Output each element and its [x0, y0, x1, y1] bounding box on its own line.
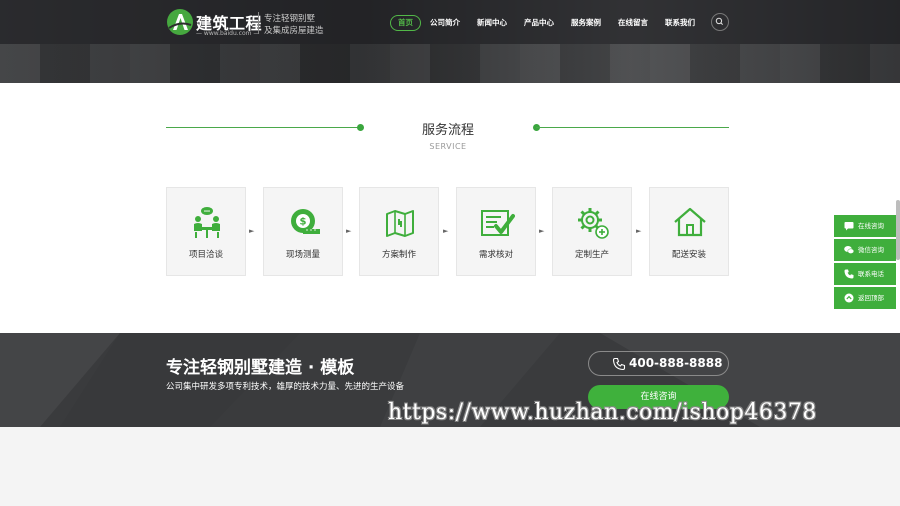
float-label: 返回顶部: [858, 294, 884, 302]
nav-item-news[interactable]: 新闻中心: [477, 15, 507, 31]
site-header: 建筑工程 — www.baidu.com — 专注轻钢别墅 及集成房屋建造 首页…: [0, 0, 900, 83]
step-label: 配送安装: [671, 250, 706, 260]
step-label: 项目洽谈: [188, 250, 223, 260]
step-label: 定制生产: [574, 250, 609, 260]
step-delivery-install[interactable]: 配送安装: [649, 187, 729, 276]
step-arrow: ►: [636, 227, 642, 235]
section-title: 服务流程: [421, 123, 474, 138]
banner-subtitle: 公司集中研发多项专利技术，雄厚的技术力量、先进的生产设备: [166, 382, 405, 392]
page: 建筑工程 — www.baidu.com — 专注轻钢别墅 及集成房屋建造 首页…: [0, 0, 900, 506]
search-icon: [715, 17, 724, 26]
wechat-icon: [844, 246, 854, 254]
main-nav: 首页 公司简介 新闻中心 产品中心 服务案例 在线留言 联系我们: [390, 14, 712, 32]
house-icon: [674, 207, 706, 237]
phone-icon: [844, 269, 854, 279]
float-label: 微信咨询: [858, 246, 884, 254]
service-section: 服务流程 SERVICE 项目洽谈 ► $ 现场测量 ► 方案制作 ► 需求核对…: [0, 83, 900, 333]
step-project-talk[interactable]: 项目洽谈: [166, 187, 246, 276]
phone-icon: [612, 357, 626, 371]
float-back-to-top[interactable]: 返回顶部: [834, 287, 896, 309]
nav-item-products[interactable]: 产品中心: [524, 15, 554, 31]
nav-item-message[interactable]: 在线留言: [618, 15, 648, 31]
step-label: 需求核对: [478, 250, 513, 260]
site-logo[interactable]: 建筑工程 — www.baidu.com — 专注轻钢别墅 及集成房屋建造: [166, 8, 326, 38]
chat-icon: [844, 222, 854, 231]
banner-title: 专注轻钢别墅建造 · 模板: [166, 358, 355, 378]
floating-contact-bar: 在线咨询 微信咨询 联系电话 返回顶部: [834, 215, 896, 311]
phone-number: 400-888-8888: [629, 356, 723, 370]
step-arrow: ►: [346, 227, 352, 235]
step-arrow: ►: [539, 227, 545, 235]
map-icon: [386, 210, 414, 237]
title-line-left: [166, 127, 360, 128]
nav-item-cases[interactable]: 服务案例: [571, 15, 601, 31]
tape-measure-icon: $: [291, 209, 320, 234]
float-label: 在线咨询: [858, 222, 884, 230]
float-label: 联系电话: [858, 270, 884, 278]
float-contact-phone[interactable]: 联系电话: [834, 263, 896, 285]
logo-divider: [258, 12, 259, 34]
step-arrow: ►: [443, 227, 449, 235]
step-requirement-check[interactable]: 需求核对: [456, 187, 536, 276]
arrow-up-icon: [844, 293, 854, 303]
svg-text:$: $: [300, 217, 307, 228]
checklist-icon: [481, 210, 515, 236]
logo-tagline-2: 及集成房屋建造: [264, 26, 324, 36]
step-arrow: ►: [249, 227, 255, 235]
search-button[interactable]: [711, 13, 729, 31]
nav-item-home[interactable]: 首页: [390, 15, 421, 31]
step-label: 方案制作: [381, 250, 416, 260]
step-site-measure[interactable]: $ 现场测量: [263, 187, 343, 276]
title-dot-left: [357, 124, 364, 131]
nav-item-about[interactable]: 公司简介: [430, 15, 460, 31]
step-label: 现场测量: [285, 250, 320, 260]
title-line-right: [536, 127, 729, 128]
phone-pill[interactable]: 400-888-8888: [588, 351, 729, 376]
meeting-icon: [194, 207, 220, 238]
gear-icon: [578, 208, 609, 239]
logo-domain: — www.baidu.com —: [196, 30, 260, 37]
float-online-consult[interactable]: 在线咨询: [834, 215, 896, 237]
float-wechat-consult[interactable]: 微信咨询: [834, 239, 896, 261]
nav-item-contact[interactable]: 联系我们: [665, 15, 695, 31]
logo-tagline-1: 专注轻钢别墅: [264, 14, 316, 24]
page-scrollbar[interactable]: [896, 200, 900, 260]
watermark-text: https://www.huzhan.com/ishop46378: [388, 400, 817, 425]
section-subtitle: SERVICE: [429, 142, 467, 151]
logo-mark-icon: [167, 9, 193, 35]
step-plan-design[interactable]: 方案制作: [359, 187, 439, 276]
step-custom-production[interactable]: 定制生产: [552, 187, 632, 276]
